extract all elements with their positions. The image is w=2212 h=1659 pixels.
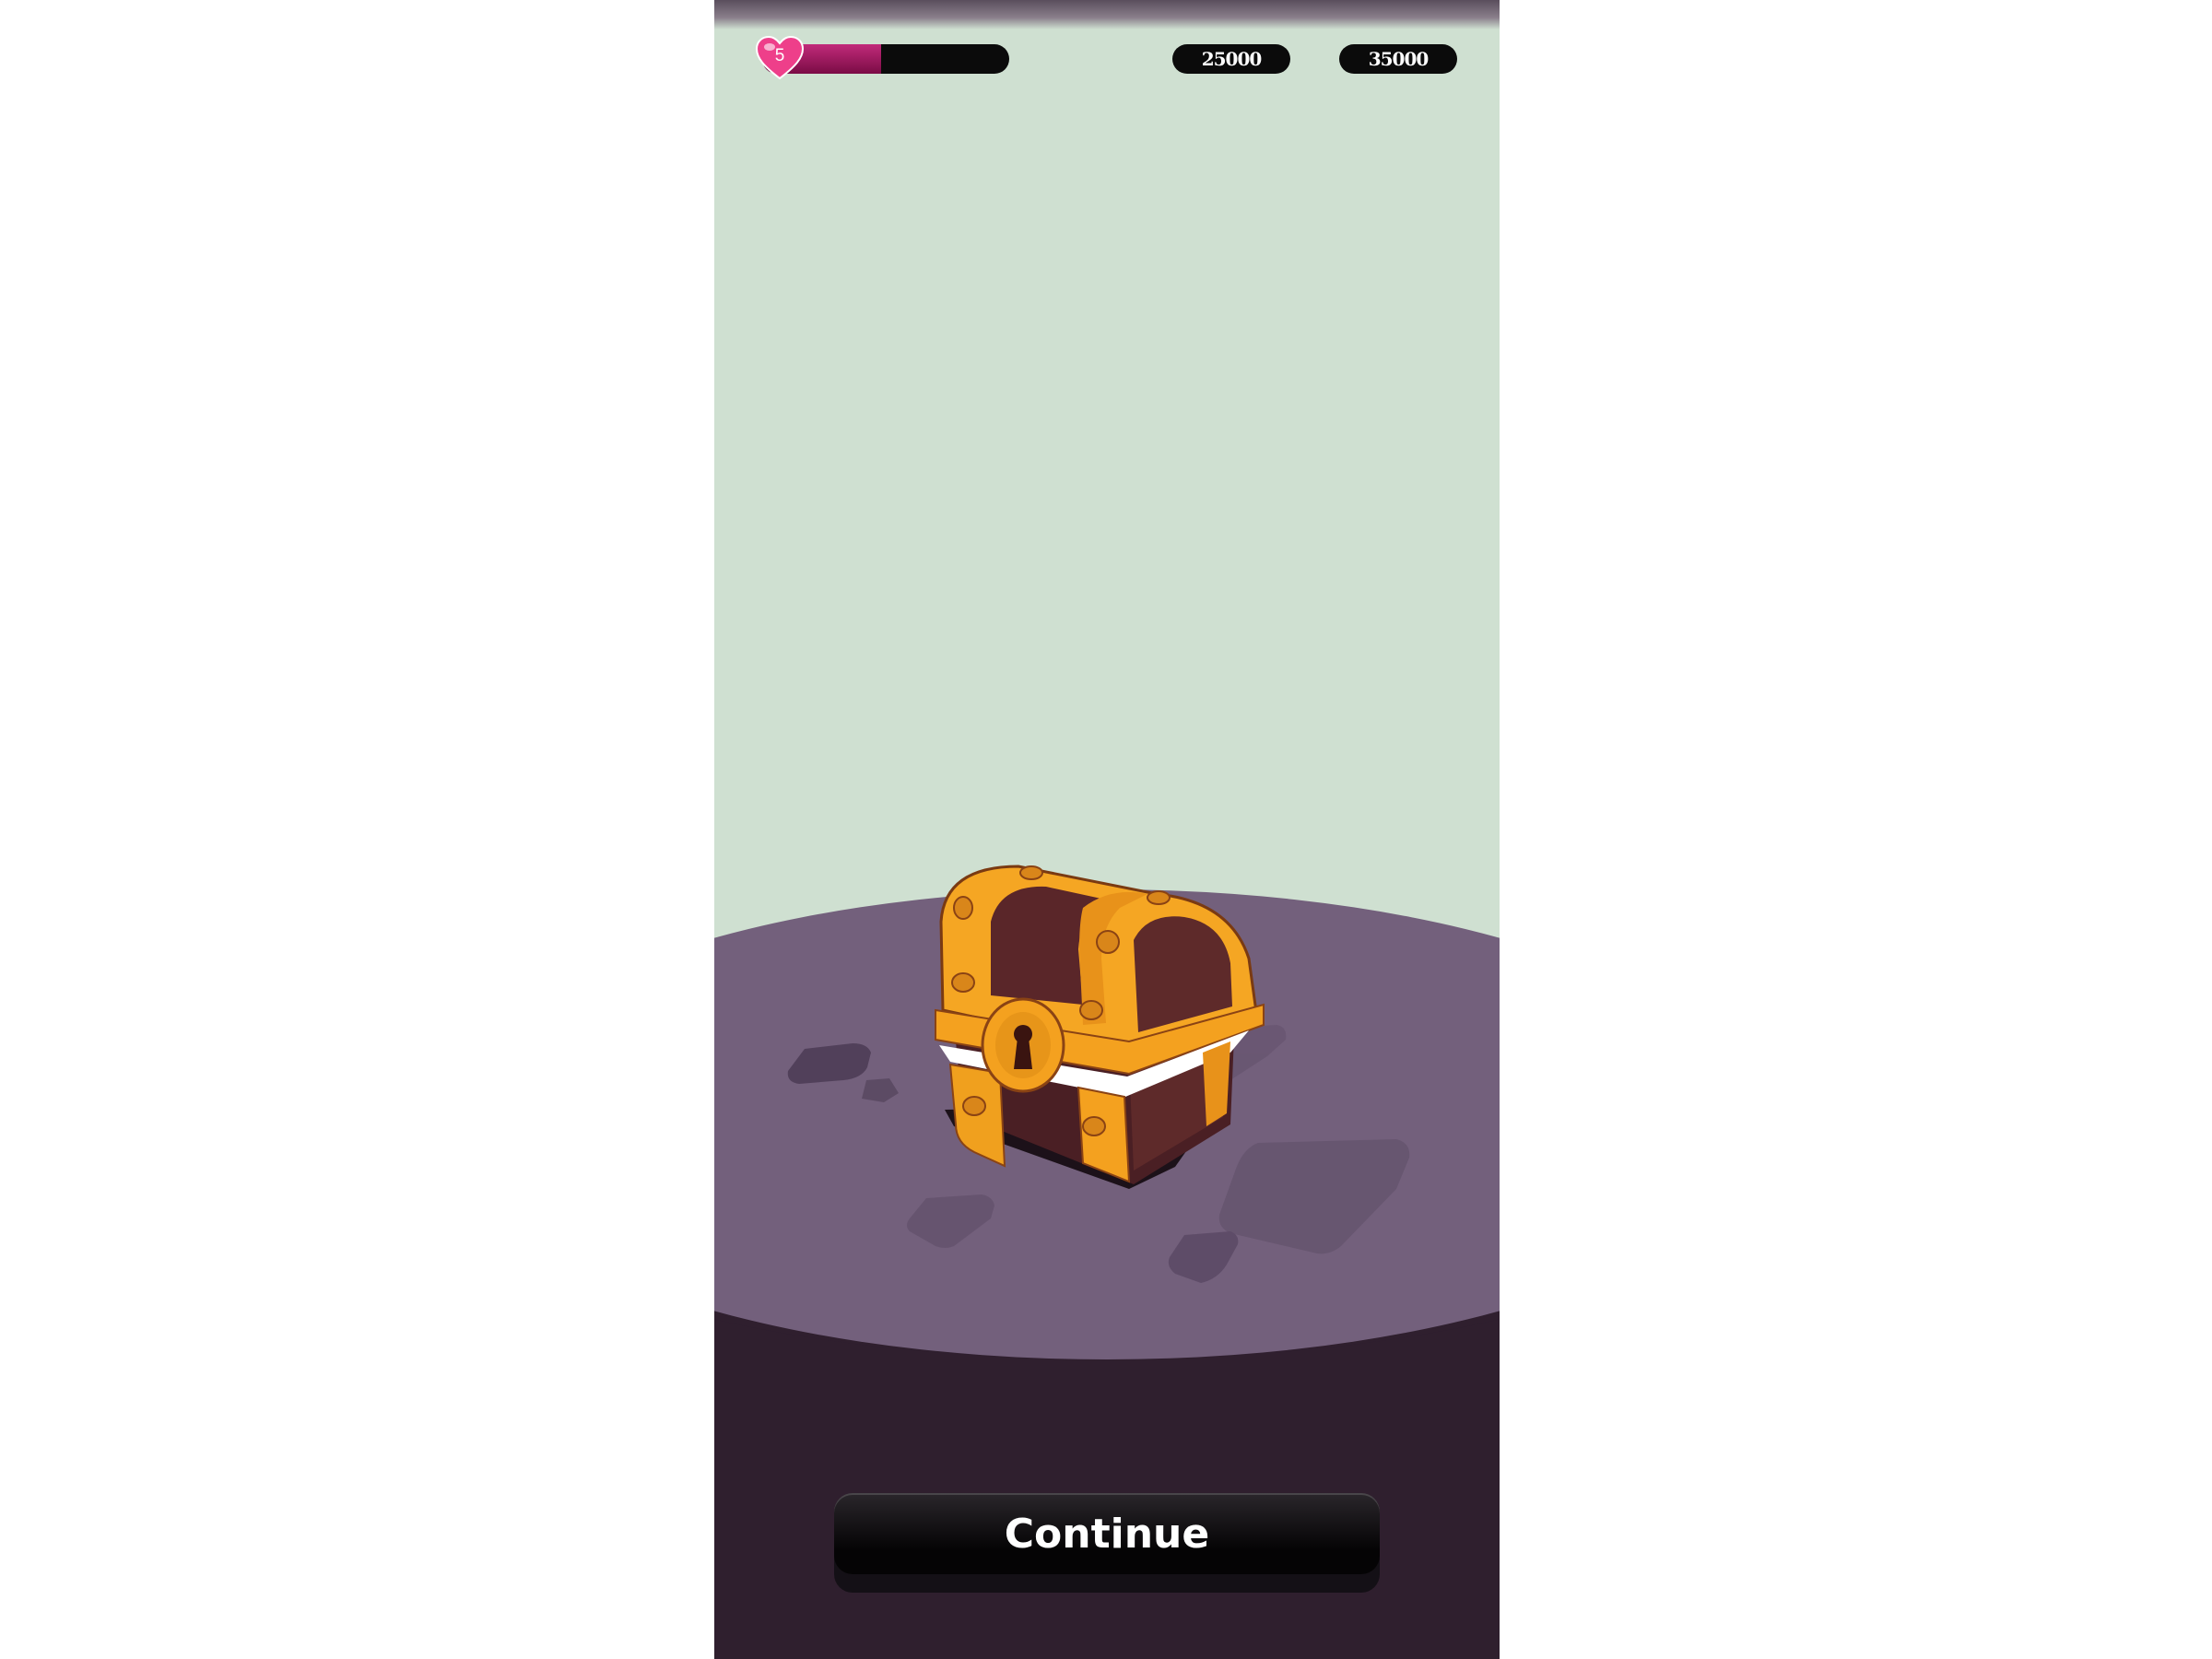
continue-button-container: Continue	[834, 1493, 1380, 1593]
currency-counter-2: 35000	[1339, 44, 1457, 74]
hud: 5 25000 35000	[714, 0, 1500, 92]
game-scene	[714, 865, 1500, 1659]
currency-counter-1: 25000	[1172, 44, 1290, 74]
continue-button[interactable]: Continue	[834, 1493, 1380, 1574]
lives-count: 5	[774, 46, 785, 65]
game-screen: 5 25000 35000 Continue	[714, 0, 1500, 1659]
